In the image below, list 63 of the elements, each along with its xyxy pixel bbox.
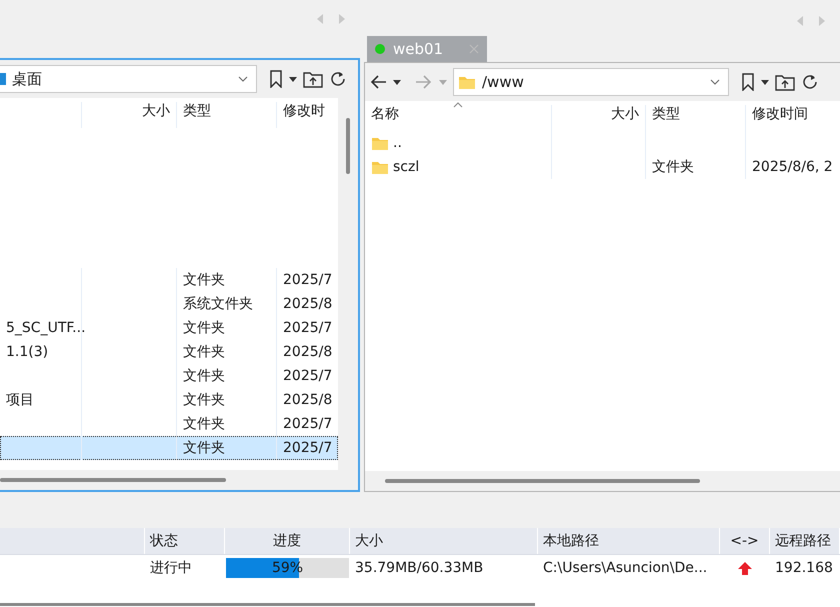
chevron-down-icon — [238, 76, 248, 82]
folder-icon — [371, 135, 389, 151]
column-header[interactable]: <-> — [720, 528, 770, 554]
modified-date: 2025/8 — [283, 296, 332, 312]
refresh-icon[interactable] — [329, 70, 347, 88]
modified-date: 2025/8 — [283, 344, 332, 360]
tab-title: web01 — [393, 40, 444, 58]
file-row[interactable]: 1.1(3) 文件夹 2025/8 — [0, 340, 338, 364]
column-header[interactable]: 大小 — [82, 102, 177, 128]
file-type: 系统文件夹 — [183, 295, 253, 313]
scrollbar-thumb[interactable] — [0, 603, 535, 606]
column-header[interactable]: 本地路径 — [538, 528, 720, 554]
caret-icon[interactable] — [289, 76, 297, 82]
column-header[interactable]: 状态 — [145, 528, 225, 554]
file-name: 1.1(3) — [6, 344, 48, 360]
transfer-size: 35.79MB/60.33MB — [354, 559, 484, 578]
file-type: 文件夹 — [183, 391, 225, 409]
scrollbar-thumb[interactable] — [346, 118, 350, 174]
column-header[interactable]: 大小 — [350, 528, 538, 554]
up-arrow-icon — [738, 562, 752, 574]
file-type: 文件夹 — [183, 415, 225, 433]
file-type: 文件夹 — [183, 343, 225, 361]
remote-path: 192.168 — [774, 559, 834, 578]
local-path: C:\Users\Asuncion\De... — [542, 559, 708, 578]
folder-up-icon[interactable] — [303, 70, 323, 88]
column-header[interactable]: 进度 — [225, 528, 350, 554]
file-row[interactable]: 5_SC_UTF... 文件夹 2025/7 — [0, 316, 338, 340]
column-header[interactable]: 修改时 — [277, 102, 338, 128]
file-row[interactable]: 系统文件夹 2025/8 — [0, 292, 338, 316]
modified-date: 2025/7 — [283, 440, 332, 456]
path-text: /www — [482, 73, 525, 91]
file-type: 文件夹 — [183, 319, 225, 337]
file-name: sczl — [393, 159, 420, 175]
folder-icon — [371, 159, 389, 175]
modified-date: 2025/8/6, 2 — [752, 159, 833, 175]
column-header[interactable]: 类型 — [177, 102, 277, 128]
status-dot-icon — [375, 44, 385, 54]
modified-date: 2025/7 — [283, 416, 332, 432]
file-name: 5_SC_UTF... — [6, 320, 86, 336]
transfer-status: 进行中 — [149, 559, 193, 578]
path-text: 桌面 — [12, 70, 43, 88]
file-type: 文件夹 — [183, 271, 225, 289]
file-name: .. — [393, 135, 402, 151]
file-type: 文件夹 — [183, 367, 225, 385]
scrollbar-thumb[interactable] — [0, 478, 226, 482]
modified-date: 2025/7 — [283, 368, 332, 384]
modified-date: 2025/8 — [283, 392, 332, 408]
sort-caret-icon — [453, 102, 463, 108]
modified-date: 2025/7 — [283, 320, 332, 336]
file-type: 文件夹 — [183, 439, 225, 457]
desktop-icon — [0, 72, 6, 86]
column-header[interactable]: 远程路径 — [770, 528, 840, 554]
file-row[interactable]: 文件夹 2025/7 — [0, 268, 338, 292]
path-field[interactable]: 桌面 — [0, 65, 257, 93]
file-type: 文件夹 — [652, 158, 694, 176]
folder-icon — [458, 74, 476, 90]
file-row[interactable]: 项目 文件夹 2025/8 — [0, 388, 338, 412]
file-row[interactable]: 文件夹 2025/7 — [0, 364, 338, 388]
file-name: 项目 — [6, 391, 34, 409]
chevron-down-icon — [710, 79, 720, 85]
modified-date: 2025/7 — [283, 272, 332, 288]
bookmark-icon[interactable] — [269, 70, 283, 88]
selected-row[interactable]: 文件夹 2025/7 — [0, 436, 338, 460]
